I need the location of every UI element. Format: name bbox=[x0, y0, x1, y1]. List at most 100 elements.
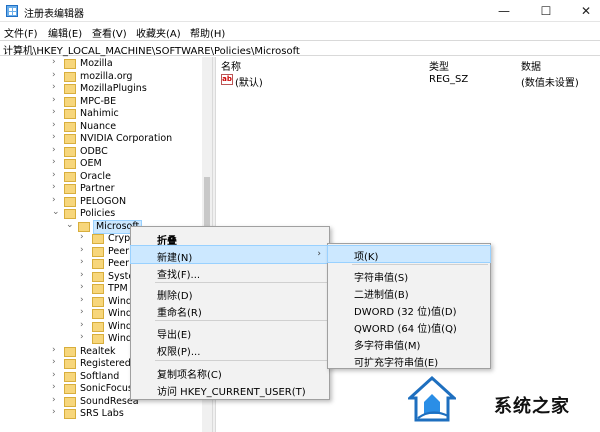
context-menu: 折叠 新建(N) › 查找(F)... 删除(D) 重命名(R) 导出(E) 权限… bbox=[130, 226, 330, 400]
menu-item-visit-hkcu[interactable]: 访问 HKEY_CURRENT_USER(T) bbox=[131, 380, 329, 398]
chevron-right-icon[interactable]: › bbox=[52, 120, 62, 130]
submenu-item-expandable-string[interactable]: 可扩充字符串值(E) bbox=[328, 352, 490, 369]
menu-item-collapse[interactable]: 折叠 bbox=[131, 229, 329, 247]
menu-bar: 文件(F) 编辑(E) 查看(V) 收藏夹(A) 帮助(H) bbox=[0, 22, 600, 40]
watermark-text: 系统之家 bbox=[494, 396, 570, 417]
menu-file[interactable]: 文件(F) bbox=[4, 25, 38, 40]
folder-icon bbox=[64, 396, 76, 407]
chevron-right-icon[interactable]: › bbox=[52, 382, 62, 392]
chevron-right-icon[interactable]: › bbox=[52, 145, 62, 155]
folder-icon bbox=[64, 384, 76, 394]
chevron-right-icon[interactable]: › bbox=[52, 195, 62, 205]
value-data: (数值未设置) bbox=[521, 78, 579, 89]
minimize-button[interactable]: — bbox=[484, 0, 524, 22]
folder-icon bbox=[92, 309, 104, 319]
folder-icon bbox=[64, 146, 76, 157]
folder-icon bbox=[64, 96, 76, 107]
chevron-right-icon[interactable]: › bbox=[52, 357, 62, 367]
house-logo-icon bbox=[408, 375, 456, 422]
folder-icon bbox=[64, 359, 76, 369]
folder-icon bbox=[92, 296, 104, 307]
chevron-right-icon[interactable]: › bbox=[80, 257, 90, 267]
chevron-down-icon[interactable]: ⌄ bbox=[66, 220, 76, 230]
menu-item-copy-key-name[interactable]: 复制项名称(C) bbox=[131, 363, 329, 381]
folder-icon bbox=[64, 196, 76, 207]
title-bar: 注册表编辑器 — ☐ ✕ bbox=[0, 0, 600, 22]
folder-icon bbox=[64, 171, 76, 182]
chevron-right-icon[interactable]: › bbox=[52, 70, 62, 80]
submenu-arrow-icon: › bbox=[317, 249, 321, 259]
chevron-right-icon[interactable]: › bbox=[80, 270, 90, 280]
chevron-right-icon[interactable]: › bbox=[52, 182, 62, 192]
value-row[interactable]: ab (默认) REG_SZ (数值未设置) bbox=[219, 73, 599, 89]
menu-view[interactable]: 查看(V) bbox=[92, 25, 127, 40]
menu-separator bbox=[155, 282, 327, 283]
folder-icon bbox=[92, 246, 104, 257]
menu-item-new[interactable]: 新建(N) › bbox=[130, 245, 330, 264]
chevron-right-icon[interactable]: › bbox=[80, 320, 90, 330]
value-name: (默认) bbox=[235, 78, 263, 89]
chevron-right-icon[interactable]: › bbox=[52, 107, 62, 117]
chevron-right-icon[interactable]: › bbox=[52, 82, 62, 92]
chevron-right-icon[interactable]: › bbox=[80, 332, 90, 342]
window-title: 注册表编辑器 bbox=[24, 9, 84, 20]
chevron-right-icon[interactable]: › bbox=[52, 157, 62, 167]
folder-icon bbox=[92, 234, 104, 244]
maximize-button[interactable]: ☐ bbox=[526, 0, 566, 22]
menu-favorites[interactable]: 收藏夹(A) bbox=[136, 25, 181, 40]
menu-item-permissions[interactable]: 权限(P)... bbox=[131, 340, 329, 358]
chevron-right-icon[interactable]: › bbox=[52, 345, 62, 355]
menu-separator bbox=[155, 320, 327, 321]
folder-icon bbox=[64, 121, 76, 132]
new-submenu: 项(K) 字符串值(S) 二进制值(B) DWORD (32 位)值(D) QW… bbox=[327, 243, 491, 369]
menu-separator bbox=[155, 360, 327, 361]
chevron-right-icon[interactable]: › bbox=[52, 95, 62, 105]
close-button[interactable]: ✕ bbox=[566, 0, 600, 22]
watermark: 系统之家 bbox=[400, 370, 600, 432]
chevron-right-icon[interactable]: › bbox=[80, 307, 90, 317]
folder-icon bbox=[64, 371, 76, 382]
chevron-right-icon[interactable]: › bbox=[52, 370, 62, 380]
column-header-type[interactable]: 类型 bbox=[429, 58, 449, 73]
chevron-right-icon[interactable]: › bbox=[52, 170, 62, 180]
chevron-right-icon[interactable]: › bbox=[80, 245, 90, 255]
value-type: REG_SZ bbox=[429, 74, 469, 85]
folder-icon bbox=[64, 109, 76, 119]
folder-icon bbox=[64, 346, 76, 357]
regedit-icon bbox=[6, 5, 18, 17]
folder-icon bbox=[64, 209, 76, 219]
menu-item-delete[interactable]: 删除(D) bbox=[131, 284, 329, 302]
address-path: 计算机\HKEY_LOCAL_MACHINE\SOFTWARE\Policies… bbox=[3, 46, 300, 57]
chevron-right-icon[interactable]: › bbox=[80, 232, 90, 242]
folder-icon bbox=[92, 259, 104, 269]
chevron-right-icon[interactable]: › bbox=[80, 295, 90, 305]
submenu-item-binary-value[interactable]: 二进制值(B) bbox=[328, 284, 490, 301]
submenu-item-multi-string[interactable]: 多字符串值(M) bbox=[328, 335, 490, 352]
menu-item-export[interactable]: 导出(E) bbox=[131, 323, 329, 341]
submenu-item-string-value[interactable]: 字符串值(S) bbox=[328, 267, 490, 284]
folder-icon bbox=[78, 221, 90, 232]
chevron-right-icon[interactable]: › bbox=[52, 407, 62, 417]
folder-icon bbox=[92, 334, 104, 344]
column-header-name[interactable]: 名称 bbox=[221, 58, 241, 73]
folder-icon bbox=[64, 409, 76, 419]
menu-help[interactable]: 帮助(H) bbox=[190, 25, 225, 40]
folder-icon bbox=[64, 134, 76, 144]
menu-item-rename[interactable]: 重命名(R) bbox=[131, 301, 329, 319]
menu-edit[interactable]: 编辑(E) bbox=[48, 25, 82, 40]
chevron-right-icon[interactable]: › bbox=[52, 132, 62, 142]
folder-icon bbox=[92, 321, 104, 332]
folder-icon bbox=[64, 184, 76, 194]
column-header-data[interactable]: 数据 bbox=[521, 58, 541, 73]
chevron-right-icon[interactable]: › bbox=[80, 282, 90, 292]
submenu-item-dword-value[interactable]: DWORD (32 位)值(D) bbox=[328, 301, 490, 318]
submenu-item-qword-value[interactable]: QWORD (64 位)值(Q) bbox=[328, 318, 490, 335]
chevron-right-icon[interactable]: › bbox=[52, 57, 62, 67]
submenu-item-key[interactable]: 项(K) bbox=[327, 245, 491, 263]
folder-icon bbox=[92, 271, 104, 282]
folder-icon bbox=[64, 159, 76, 169]
address-bar[interactable]: 计算机\HKEY_LOCAL_MACHINE\SOFTWARE\Policies… bbox=[0, 40, 600, 57]
chevron-right-icon[interactable]: › bbox=[52, 395, 62, 405]
chevron-down-icon[interactable]: ⌄ bbox=[52, 207, 62, 217]
menu-item-find[interactable]: 查找(F)... bbox=[131, 263, 329, 281]
